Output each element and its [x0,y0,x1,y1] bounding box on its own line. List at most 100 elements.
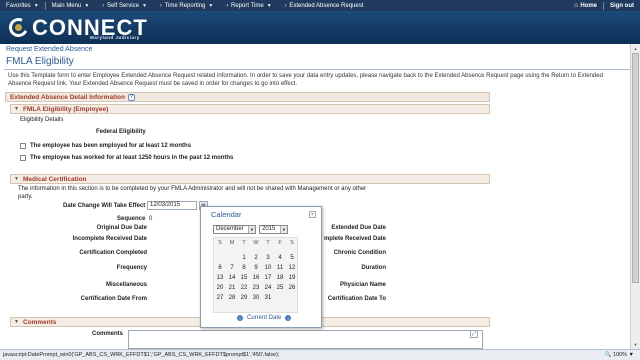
calendar-day[interactable]: 31 [262,295,274,301]
logo-mark-icon [6,15,31,40]
chevron-down-icon: ▼ [628,352,634,358]
calendar-day[interactable]: 13 [214,275,226,281]
calendar-day[interactable]: 26 [286,285,298,291]
duration-label: Duration [361,265,386,271]
next-icon[interactable]: › [285,315,292,321]
instructions-text: Use this Template form to enter Employee… [8,73,603,87]
calendar-day[interactable]: 17 [262,275,274,281]
favorites-menu[interactable]: Favorites ▼ [0,0,45,11]
breadcrumb-self-service[interactable]: › Self Service ▼ [95,0,153,11]
eligibility-details-label: Eligibility Details [20,117,64,123]
calendar-popup: Calendar × December ▼ 2015 ▼ S M T W T F S… [200,206,322,328]
calendar-day[interactable]: 20 [214,285,226,291]
sequence-label: Sequence [117,216,146,222]
incomplete-received-date-label: Incomplete Received Date [72,236,147,242]
chevron-down-icon: ▼ [33,2,39,9]
chevron-right-icon: › [159,2,162,9]
calendar-day[interactable]: 24 [262,285,274,291]
breadcrumb-time-reporting[interactable]: › Time Reporting ▼ [153,0,219,11]
dow-tuesday: T [242,240,246,246]
scroll-down-icon[interactable]: ▼ [631,340,640,349]
breadcrumb-extended-absence-request[interactable]: › Extended Absence Request [278,0,370,11]
physician-name-label: Physician Name [339,282,386,288]
calendar-day[interactable]: 22 [238,285,250,291]
original-due-date-label: Original Due Date [96,225,147,231]
current-date-link[interactable]: Current Date [247,315,281,321]
calendar-day[interactable]: 4 [274,255,286,261]
calendar-day[interactable]: 21 [226,285,238,291]
certification-completed-label: Certification Completed [79,250,147,256]
calendar-footer: ‹ Current Date › [233,315,295,321]
close-icon[interactable]: × [309,211,316,218]
calendar-day[interactable]: 27 [214,295,226,301]
chevron-down-icon: ▼ [208,2,214,9]
worked-1250-hours-checkbox[interactable] [20,155,26,161]
collapse-triangle-icon: ▼ [14,106,19,112]
year-select[interactable]: 2015 ▼ [259,225,288,234]
calendar-day[interactable]: 12 [286,265,298,271]
calendar-day[interactable]: 2 [250,255,262,261]
signout-link[interactable]: Sign out [604,0,640,11]
chevron-down-icon: ▼ [266,2,272,9]
calendar-day[interactable]: 18 [274,275,286,281]
worked-1250-hours-label: The employee has worked for at least 125… [30,155,234,161]
expand-textarea-icon[interactable]: ⤢ [470,330,478,338]
zoom-icon: 🔍 [604,352,613,358]
calendar-day[interactable]: 14 [226,275,238,281]
scrollbar-thumb[interactable] [632,53,639,283]
extended-due-date-label: Extended Due Date [331,225,386,231]
section-header-extended-absence: Extended Absence Detail Information ? [5,92,490,102]
calendar-grid: S M T W T F S 1 2 3 4 5 6 7 8 9 10 11 12… [213,237,298,313]
chevron-right-icon: › [226,2,229,9]
dow-saturday: S [290,240,294,246]
month-select[interactable]: December ▼ [213,225,256,234]
calendar-day[interactable]: 28 [226,295,238,301]
calendar-day[interactable]: 16 [250,275,262,281]
page-title: FMLA Eligibility [6,56,74,67]
calendar-day[interactable]: 19 [286,275,298,281]
calendar-day[interactable]: 1 [238,255,250,261]
calendar-day[interactable]: 7 [226,265,238,271]
calendar-day[interactable]: 25 [274,285,286,291]
date-change-label: Date Change Will Take Effect [63,203,146,209]
certification-date-from-label: Certification Date From [80,296,147,302]
comments-textarea[interactable] [128,330,483,349]
home-link[interactable]: ⌂ Home [568,0,603,11]
calendar-day[interactable]: 10 [262,265,274,271]
calendar-title: Calendar [211,210,242,219]
calendar-day[interactable]: 23 [250,285,262,291]
employed-12-months-checkbox[interactable] [20,143,26,149]
home-icon: ⌂ [574,2,579,9]
calendar-day[interactable]: 15 [238,275,250,281]
vertical-scrollbar[interactable]: ▲ ▼ [630,44,640,349]
chevron-down-icon: ▼ [141,2,147,9]
dow-wednesday: W [253,240,259,246]
dow-monday: M [229,240,235,246]
calendar-day[interactable]: 29 [238,295,250,301]
dow-thursday: T [266,240,270,246]
header-banner: CONNECT Maryland Judiciary [0,11,640,44]
main-menu[interactable]: Main Menu ▼ [46,0,96,11]
chevron-down-icon: ▼ [280,226,287,233]
frequency-label: Frequency [116,265,147,271]
federal-eligibility-label: Federal Eligibility [96,129,146,135]
help-icon[interactable]: ? [127,93,135,101]
group-header-fmla-eligibility[interactable]: ▼ FMLA Eligibility (Employee) [10,104,490,114]
complete-received-date-label: mplete Received Date [323,236,386,242]
breadcrumb-report-time[interactable]: › Report Time ▼ [219,0,277,11]
zoom-control[interactable]: 🔍 100% ▼ [605,352,640,358]
calendar-day[interactable]: 3 [262,255,274,261]
group-header-medical-certification[interactable]: ▼ Medical Certification [10,174,490,184]
calendar-day[interactable]: 9 [250,265,262,271]
calendar-day[interactable]: 8 [238,265,250,271]
calendar-day[interactable]: 6 [214,265,226,271]
previous-icon[interactable]: ‹ [237,315,243,321]
calendar-day[interactable]: 30 [250,295,262,301]
date-change-input[interactable]: 12/03/2015 [147,201,197,210]
calendar-day[interactable]: 11 [274,265,286,271]
certification-date-to-label: Certification Date To [327,296,386,302]
scroll-up-icon[interactable]: ▲ [631,44,640,53]
dow-sunday: S [218,240,222,246]
calendar-day[interactable]: 5 [286,255,298,261]
page-breadcrumb: Request Extended Absence [6,46,93,53]
